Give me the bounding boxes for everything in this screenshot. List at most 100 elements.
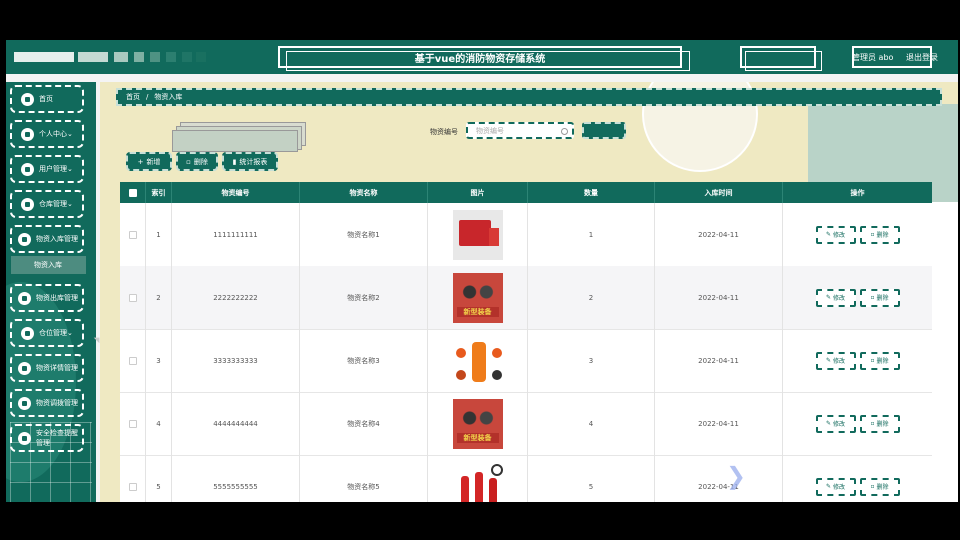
sidebar-item-profile[interactable]: 个人中心 ⌄: [10, 120, 84, 148]
edit-button[interactable]: ✎ 修改: [815, 414, 856, 433]
fire-suit-image[interactable]: [452, 335, 503, 386]
sidebar-item-warehouse[interactable]: 仓库管理 ⌄: [10, 190, 84, 218]
extinguisher-image[interactable]: [452, 461, 503, 502]
row-delete-button[interactable]: ▫ 删除: [859, 477, 900, 496]
table-row: 2 2222222222 物资名称2 新型装备 2 2022-04-11 ✎ 修…: [120, 266, 932, 330]
sidebar-item-users[interactable]: 用户管理 ⌄: [10, 155, 84, 183]
search-placeholder: 物资编号: [476, 126, 504, 135]
trash-icon: ▫: [186, 157, 191, 166]
delete-label: 删除: [876, 484, 889, 491]
sidebar-item-label: 物资详情管理: [36, 364, 78, 372]
trash-icon: ▫: [870, 357, 875, 364]
add-button-label: 新增: [146, 157, 161, 166]
edit-icon: ✎: [826, 483, 832, 490]
chevron-down-icon: ⌄: [67, 200, 73, 208]
chevron-down-icon: ⌄: [67, 165, 73, 173]
breadcrumb: 首页 / 物资入库: [116, 88, 942, 106]
logout-link[interactable]: 退出登录: [906, 52, 938, 63]
row-delete-button[interactable]: ▫ 删除: [859, 414, 900, 433]
logo-block: [182, 52, 192, 62]
row-qty: 1: [528, 203, 655, 266]
row-delete-button[interactable]: ▫ 删除: [859, 288, 900, 307]
breadcrumb-current: 物资入库: [154, 93, 183, 101]
transfer-icon: [18, 396, 31, 410]
sidebar-item-outbound[interactable]: 物资出库管理: [10, 284, 84, 312]
delete-label: 删除: [876, 232, 889, 239]
logo-block: [114, 52, 128, 62]
delete-button[interactable]: ▫ 删除: [176, 152, 218, 171]
column-header: 物资名称: [300, 182, 428, 203]
row-qty: 5: [528, 455, 655, 502]
stats-button[interactable]: ▮ 统计报表: [222, 152, 278, 171]
users-icon: [21, 162, 34, 176]
bar-chart-icon: ▮: [232, 157, 237, 166]
trash-icon: ▫: [870, 231, 875, 238]
column-header: 图片: [428, 182, 528, 203]
sidebar-item-label: 安全检查提醒管理: [36, 429, 78, 447]
row-qty: 3: [528, 329, 655, 392]
edit-label: 修改: [832, 232, 845, 239]
edit-icon: ✎: [826, 420, 832, 427]
edit-button[interactable]: ✎ 修改: [815, 225, 856, 244]
sidebar-item-inbound[interactable]: 物资入库管理: [10, 225, 84, 253]
row-date: 2022-04-11: [655, 392, 783, 455]
row-date: 2022-04-11: [655, 266, 783, 329]
fire-truck-image[interactable]: [452, 209, 503, 260]
search-clear-icon[interactable]: [561, 128, 568, 135]
row-code: 2222222222: [172, 266, 300, 329]
table-row: 1 1111111111 物资名称1 1 2022-04-11 ✎ 修改 ▫ 删…: [120, 203, 932, 267]
breadcrumb-home[interactable]: 首页: [126, 92, 140, 102]
edit-button[interactable]: ✎ 修改: [815, 351, 856, 370]
row-actions: ✎ 修改 ▫ 删除: [783, 392, 932, 455]
row-checkbox[interactable]: [128, 293, 137, 302]
select-all-checkbox[interactable]: [128, 188, 137, 197]
row-index: 4: [146, 392, 172, 455]
fire-gear-image[interactable]: 新型装备: [452, 398, 503, 449]
warehouse-icon: [21, 197, 34, 211]
row-actions: ✎ 修改 ▫ 删除: [783, 329, 932, 392]
sidebar-item-home[interactable]: 首页: [10, 85, 84, 113]
row-image-cell: 新型装备: [428, 266, 528, 329]
row-checkbox[interactable]: [128, 482, 137, 491]
row-index: 1: [146, 203, 172, 266]
sidebar-item-label: 仓库管理: [39, 200, 67, 208]
edit-icon: ✎: [826, 294, 832, 301]
edit-button[interactable]: ✎ 修改: [815, 288, 856, 307]
column-header: 索引: [146, 182, 172, 203]
row-delete-button[interactable]: ▫ 删除: [859, 225, 900, 244]
row-date: 2022-04-11: [655, 329, 783, 392]
edit-label: 修改: [832, 295, 845, 302]
image-banner-text: 新型装备: [456, 306, 499, 317]
grid-icon: [21, 326, 34, 340]
row-code: 3333333333: [172, 329, 300, 392]
header-box: [740, 46, 822, 71]
row-checkbox[interactable]: [128, 356, 137, 365]
row-name: 物资名称4: [300, 392, 428, 455]
stats-button-label: 统计报表: [239, 157, 268, 166]
row-actions: ✎ 修改 ▫ 删除: [783, 455, 932, 502]
sidebar-item-transfer[interactable]: 物资调拨管理: [10, 389, 84, 417]
row-image-cell: [428, 455, 528, 502]
add-button[interactable]: + 新增: [126, 152, 172, 171]
trash-icon: ▫: [870, 294, 875, 301]
sidebar-item-position[interactable]: 仓位管理 ⌄: [10, 319, 84, 347]
search-input[interactable]: 物资编号: [466, 122, 574, 139]
row-checkbox[interactable]: [128, 230, 137, 239]
app-window: 基于vue的消防物资存储系统 管理员 abo 退出登录 首页 个人中心 ⌄ 用户管…: [6, 40, 958, 502]
logo-block: [14, 52, 74, 62]
row-code: 4444444444: [172, 392, 300, 455]
sidebar-item-safety[interactable]: 安全检查提醒管理: [10, 424, 84, 452]
sidebar-item-detail[interactable]: 物资详情管理: [10, 354, 84, 382]
row-checkbox[interactable]: [128, 419, 137, 428]
row-image-cell: [428, 203, 528, 266]
sidebar-subitem-inbound[interactable]: 物资入库: [11, 256, 86, 274]
fire-gear-image[interactable]: 新型装备: [452, 272, 503, 323]
logo-block: [150, 52, 160, 62]
search-button[interactable]: [582, 122, 626, 139]
row-delete-button[interactable]: ▫ 删除: [859, 351, 900, 370]
main-content: 首页 / 物资入库 物资编号 物资编号 + 新增 ▫ 删除 ▮ 统计报表 索引 物资编…: [100, 82, 958, 502]
sidebar-item-label: 用户管理: [39, 165, 67, 173]
sidebar-item-label: 仓位管理: [39, 329, 67, 337]
sidebar: 首页 个人中心 ⌄ 用户管理 ⌄ 仓库管理 ⌄ 物资入库管理 物资入库 物资出库管理 …: [6, 82, 96, 502]
edit-button[interactable]: ✎ 修改: [815, 477, 856, 496]
